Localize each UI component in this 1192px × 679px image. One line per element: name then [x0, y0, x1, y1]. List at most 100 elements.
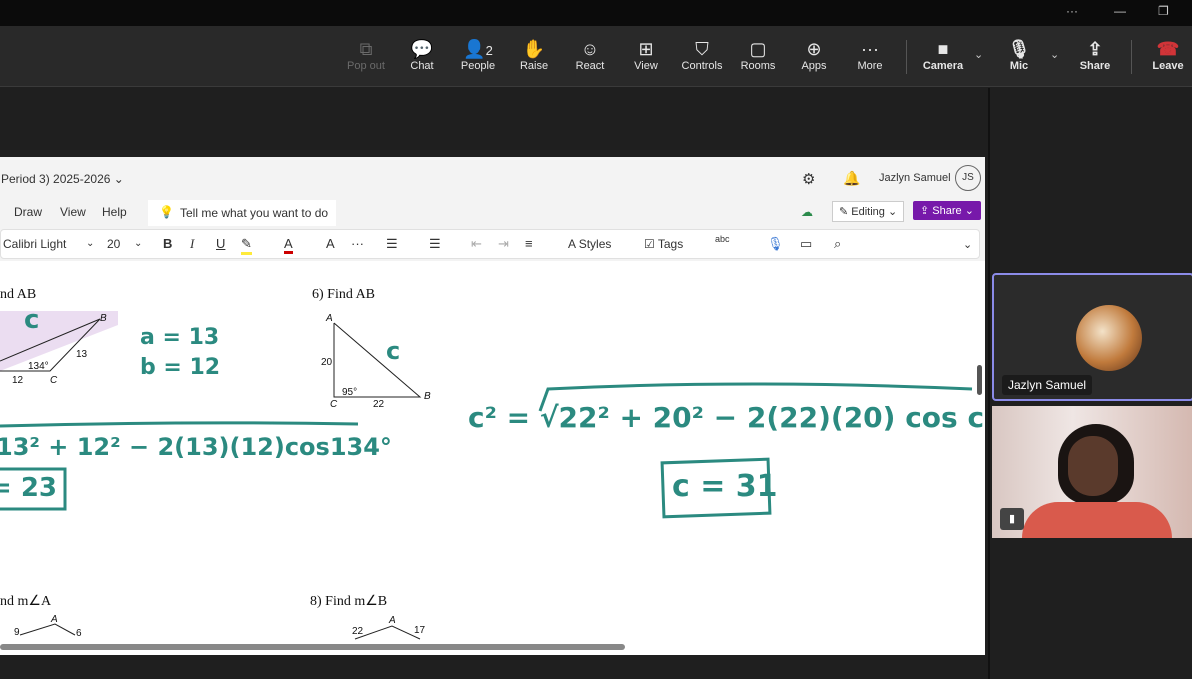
shared-screen: Period 3) 2025-2026 ⌄ ⚙ 🔔 Jazlyn Samuel …	[0, 157, 985, 655]
bullet-list-icon[interactable]: ☰	[386, 236, 398, 252]
title-bar: ··· — ❐	[0, 0, 1192, 26]
ink-answer-5: = 23	[0, 473, 58, 503]
camera-button[interactable]: ■ Camera	[915, 38, 971, 72]
ink-c: c	[386, 337, 401, 365]
apps-button[interactable]: ⊕ Apps	[786, 38, 842, 72]
notebook-breadcrumb[interactable]: Period 3) 2025-2026 ⌄	[1, 172, 124, 186]
leave-button[interactable]: ☎ Leave	[1140, 38, 1192, 72]
camera-icon: ■	[937, 39, 949, 59]
indent-icon[interactable]: ⇥	[498, 236, 509, 252]
highlight-icon[interactable]: ✎	[241, 236, 252, 255]
bell-icon[interactable]: 🔔	[843, 170, 860, 187]
sticky-note-icon[interactable]: ▭	[800, 236, 812, 252]
camera-options-chevron-icon[interactable]: ⌄	[974, 48, 983, 61]
vertical-scrollbar[interactable]	[977, 365, 982, 395]
mic-button[interactable]: 🎙 Mic	[991, 38, 1047, 72]
people-icon: 👤2	[450, 38, 506, 60]
view-button[interactable]: ⊞ View	[618, 38, 674, 72]
menu-view[interactable]: View	[60, 205, 86, 219]
styles-button[interactable]: A Styles	[568, 237, 611, 251]
label-a: A	[51, 614, 58, 625]
side-label: 6	[76, 628, 82, 639]
smiley-icon: ☺	[580, 39, 600, 59]
ink-c: c	[24, 305, 40, 335]
rooms-button[interactable]: ▢ Rooms	[730, 38, 786, 72]
label: People	[460, 60, 496, 72]
avatar	[1076, 305, 1142, 371]
search-icon[interactable]: ⌕	[834, 236, 841, 252]
align-icon[interactable]: ≡	[525, 236, 533, 251]
side-label: 22	[373, 399, 385, 410]
divider	[1131, 40, 1132, 74]
participant-video[interactable]: ▮	[992, 406, 1192, 538]
numbered-list-icon[interactable]: ☰	[429, 236, 441, 252]
menu-help[interactable]: Help	[102, 205, 127, 219]
label: Camera	[922, 60, 964, 72]
controls-button[interactable]: ⛉ Controls	[674, 38, 730, 72]
tags-button[interactable]: ☑ Tags	[644, 237, 683, 251]
side-label: 13	[76, 349, 88, 360]
ink-line	[0, 421, 359, 428]
chat-button[interactable]: 💬 Chat	[394, 38, 450, 72]
underline-button[interactable]: U	[216, 236, 225, 251]
grid-icon: ⊞	[638, 39, 654, 59]
label-c: C	[330, 399, 338, 410]
formatting-toolbar: Calibri Light ⌄ 20 ⌄ B I U ✎ A A ··· ☰ ☰ ⇤…	[0, 229, 980, 259]
people-button[interactable]: 👤2 People	[450, 38, 506, 72]
angle-label: 134°	[28, 361, 49, 372]
notebook-page: nd AB 6) Find AB nd m∠A 8) Find m∠B B 13…	[0, 261, 985, 655]
onenote-share-button[interactable]: ⇪ Share ⌄	[913, 201, 981, 220]
plus-icon: ⊕	[806, 39, 822, 59]
restore-button[interactable]: ❐	[1158, 4, 1169, 18]
side-label: 12	[12, 375, 24, 386]
editing-mode-dropdown[interactable]: ✎ Editing ⌄	[832, 201, 905, 222]
font-color-icon[interactable]: A	[284, 236, 293, 254]
rooms-icon: ▢	[749, 39, 767, 59]
more-options-button[interactable]: ···	[1066, 4, 1078, 18]
user-name: Jazlyn Samuel	[879, 172, 951, 184]
chevron-down-icon[interactable]: ⌄	[134, 238, 142, 249]
raise-hand-button[interactable]: ✋ Raise	[506, 38, 562, 72]
outdent-icon[interactable]: ⇤	[471, 236, 482, 252]
label: Styles	[578, 237, 612, 251]
share-icon: ⇪	[920, 205, 933, 217]
settings-icon[interactable]: ⚙	[802, 170, 815, 188]
people-count: 2	[485, 43, 493, 58]
participant-tile[interactable]: Jazlyn Samuel	[992, 273, 1192, 401]
side-label: 9	[14, 627, 20, 638]
mic-options-chevron-icon[interactable]: ⌄	[1050, 48, 1059, 61]
more-button[interactable]: ··· More	[842, 38, 898, 72]
clear-format-icon[interactable]: A	[326, 236, 335, 251]
label-a: A	[326, 313, 333, 324]
minimize-button[interactable]: —	[1114, 4, 1126, 18]
hand-icon: ✋	[522, 39, 546, 59]
react-button[interactable]: ☺ React	[562, 38, 618, 72]
expand-ribbon-chevron-icon[interactable]: ⌄	[963, 238, 972, 251]
triangle-6	[333, 322, 422, 398]
ink-answer-6: c = 31	[672, 469, 778, 504]
horizontal-scrollbar[interactable]	[0, 644, 625, 650]
side-label: 20	[321, 357, 333, 368]
pop-out-button[interactable]: ⧉ Pop out	[338, 38, 394, 72]
label-c: C	[50, 375, 58, 386]
label: React	[575, 60, 605, 72]
chevron-down-icon[interactable]: ⌄	[86, 238, 94, 249]
more-format-icon[interactable]: ···	[351, 236, 364, 251]
avatar[interactable]: JS	[955, 165, 981, 191]
label: Pop out	[347, 60, 385, 72]
spelling-button[interactable]: abc	[715, 234, 730, 244]
label: Mic	[1009, 60, 1029, 72]
tell-me-search[interactable]: 💡 Tell me what you want to do	[148, 200, 336, 226]
font-name-select[interactable]: Calibri Light	[3, 237, 66, 251]
font-size-select[interactable]: 20	[107, 237, 120, 251]
bold-button[interactable]: B	[163, 236, 172, 251]
onenote-header: Period 3) 2025-2026 ⌄ ⚙ 🔔 Jazlyn Samuel …	[0, 157, 985, 261]
italic-button[interactable]: I	[190, 236, 194, 252]
label-a: A	[389, 615, 396, 626]
label: Tags	[657, 237, 684, 251]
label: More	[857, 60, 883, 72]
signal-bars-icon: ▮	[1000, 508, 1024, 530]
dictate-mic-icon[interactable]: 🎙	[767, 236, 784, 252]
share-button[interactable]: ⇪ Share	[1067, 38, 1123, 72]
menu-draw[interactable]: Draw	[14, 205, 42, 219]
